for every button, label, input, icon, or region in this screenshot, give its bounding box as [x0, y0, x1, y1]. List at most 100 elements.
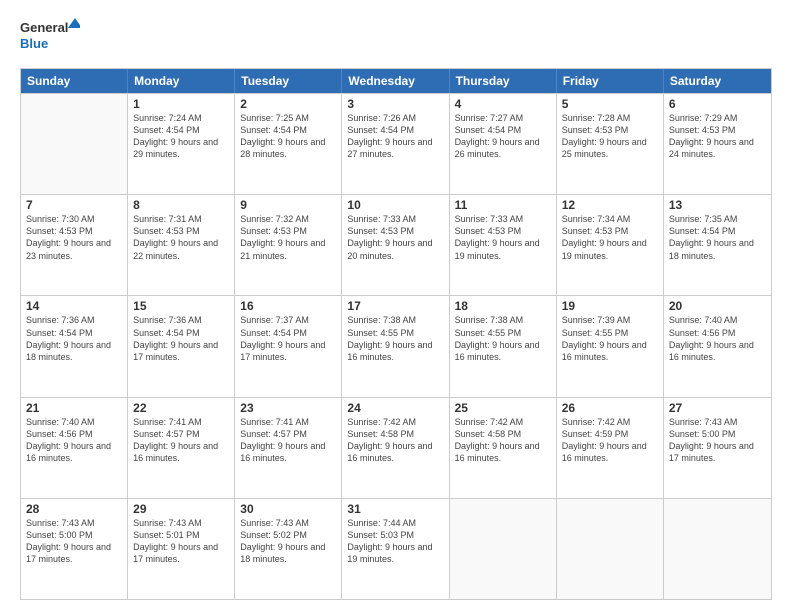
day-info: Sunrise: 7:40 AMSunset: 4:56 PMDaylight:… — [669, 314, 766, 363]
day-info: Sunrise: 7:36 AMSunset: 4:54 PMDaylight:… — [133, 314, 229, 363]
day-number: 20 — [669, 299, 766, 313]
day-number: 22 — [133, 401, 229, 415]
day-number: 16 — [240, 299, 336, 313]
cal-cell-6: 6 Sunrise: 7:29 AMSunset: 4:53 PMDayligh… — [664, 94, 771, 194]
cal-cell-22: 22 Sunrise: 7:41 AMSunset: 4:57 PMDaylig… — [128, 398, 235, 498]
calendar-row-2: 7 Sunrise: 7:30 AMSunset: 4:53 PMDayligh… — [21, 194, 771, 295]
cal-cell-15: 15 Sunrise: 7:36 AMSunset: 4:54 PMDaylig… — [128, 296, 235, 396]
cal-cell-9: 9 Sunrise: 7:32 AMSunset: 4:53 PMDayligh… — [235, 195, 342, 295]
day-info: Sunrise: 7:42 AMSunset: 4:59 PMDaylight:… — [562, 416, 658, 465]
day-number: 25 — [455, 401, 551, 415]
day-info: Sunrise: 7:25 AMSunset: 4:54 PMDaylight:… — [240, 112, 336, 161]
day-info: Sunrise: 7:26 AMSunset: 4:54 PMDaylight:… — [347, 112, 443, 161]
cal-cell-12: 12 Sunrise: 7:34 AMSunset: 4:53 PMDaylig… — [557, 195, 664, 295]
header-day-friday: Friday — [557, 69, 664, 93]
cal-cell-empty-4-4 — [450, 499, 557, 599]
day-number: 10 — [347, 198, 443, 212]
cal-cell-4: 4 Sunrise: 7:27 AMSunset: 4:54 PMDayligh… — [450, 94, 557, 194]
day-number: 7 — [26, 198, 122, 212]
cal-cell-21: 21 Sunrise: 7:40 AMSunset: 4:56 PMDaylig… — [21, 398, 128, 498]
cal-cell-14: 14 Sunrise: 7:36 AMSunset: 4:54 PMDaylig… — [21, 296, 128, 396]
day-info: Sunrise: 7:30 AMSunset: 4:53 PMDaylight:… — [26, 213, 122, 262]
day-info: Sunrise: 7:43 AMSunset: 5:00 PMDaylight:… — [669, 416, 766, 465]
day-number: 26 — [562, 401, 658, 415]
day-number: 29 — [133, 502, 229, 516]
day-info: Sunrise: 7:39 AMSunset: 4:55 PMDaylight:… — [562, 314, 658, 363]
day-info: Sunrise: 7:24 AMSunset: 4:54 PMDaylight:… — [133, 112, 229, 161]
day-info: Sunrise: 7:38 AMSunset: 4:55 PMDaylight:… — [455, 314, 551, 363]
day-number: 1 — [133, 97, 229, 111]
day-info: Sunrise: 7:34 AMSunset: 4:53 PMDaylight:… — [562, 213, 658, 262]
cal-cell-16: 16 Sunrise: 7:37 AMSunset: 4:54 PMDaylig… — [235, 296, 342, 396]
cal-cell-5: 5 Sunrise: 7:28 AMSunset: 4:53 PMDayligh… — [557, 94, 664, 194]
page: General Blue SundayMondayTuesdayWednesda… — [0, 0, 792, 612]
day-info: Sunrise: 7:41 AMSunset: 4:57 PMDaylight:… — [133, 416, 229, 465]
day-number: 31 — [347, 502, 443, 516]
header-day-monday: Monday — [128, 69, 235, 93]
cal-cell-19: 19 Sunrise: 7:39 AMSunset: 4:55 PMDaylig… — [557, 296, 664, 396]
header-day-saturday: Saturday — [664, 69, 771, 93]
calendar-header: SundayMondayTuesdayWednesdayThursdayFrid… — [21, 69, 771, 93]
calendar: SundayMondayTuesdayWednesdayThursdayFrid… — [20, 68, 772, 600]
day-info: Sunrise: 7:36 AMSunset: 4:54 PMDaylight:… — [26, 314, 122, 363]
day-number: 28 — [26, 502, 122, 516]
cal-cell-24: 24 Sunrise: 7:42 AMSunset: 4:58 PMDaylig… — [342, 398, 449, 498]
calendar-row-3: 14 Sunrise: 7:36 AMSunset: 4:54 PMDaylig… — [21, 295, 771, 396]
calendar-body: 1 Sunrise: 7:24 AMSunset: 4:54 PMDayligh… — [21, 93, 771, 599]
day-number: 2 — [240, 97, 336, 111]
day-number: 5 — [562, 97, 658, 111]
cal-cell-29: 29 Sunrise: 7:43 AMSunset: 5:01 PMDaylig… — [128, 499, 235, 599]
day-number: 11 — [455, 198, 551, 212]
cal-cell-3: 3 Sunrise: 7:26 AMSunset: 4:54 PMDayligh… — [342, 94, 449, 194]
day-number: 9 — [240, 198, 336, 212]
day-number: 18 — [455, 299, 551, 313]
day-number: 13 — [669, 198, 766, 212]
cal-cell-empty-4-6 — [664, 499, 771, 599]
svg-text:Blue: Blue — [20, 36, 48, 51]
header-day-sunday: Sunday — [21, 69, 128, 93]
calendar-row-1: 1 Sunrise: 7:24 AMSunset: 4:54 PMDayligh… — [21, 93, 771, 194]
header-day-tuesday: Tuesday — [235, 69, 342, 93]
day-number: 12 — [562, 198, 658, 212]
day-info: Sunrise: 7:33 AMSunset: 4:53 PMDaylight:… — [455, 213, 551, 262]
day-number: 21 — [26, 401, 122, 415]
cal-cell-31: 31 Sunrise: 7:44 AMSunset: 5:03 PMDaylig… — [342, 499, 449, 599]
cal-cell-7: 7 Sunrise: 7:30 AMSunset: 4:53 PMDayligh… — [21, 195, 128, 295]
day-info: Sunrise: 7:33 AMSunset: 4:53 PMDaylight:… — [347, 213, 443, 262]
cal-cell-1: 1 Sunrise: 7:24 AMSunset: 4:54 PMDayligh… — [128, 94, 235, 194]
cal-cell-11: 11 Sunrise: 7:33 AMSunset: 4:53 PMDaylig… — [450, 195, 557, 295]
day-info: Sunrise: 7:38 AMSunset: 4:55 PMDaylight:… — [347, 314, 443, 363]
day-number: 27 — [669, 401, 766, 415]
day-number: 19 — [562, 299, 658, 313]
day-info: Sunrise: 7:41 AMSunset: 4:57 PMDaylight:… — [240, 416, 336, 465]
cal-cell-25: 25 Sunrise: 7:42 AMSunset: 4:58 PMDaylig… — [450, 398, 557, 498]
day-number: 24 — [347, 401, 443, 415]
day-number: 14 — [26, 299, 122, 313]
cal-cell-30: 30 Sunrise: 7:43 AMSunset: 5:02 PMDaylig… — [235, 499, 342, 599]
day-info: Sunrise: 7:37 AMSunset: 4:54 PMDaylight:… — [240, 314, 336, 363]
day-info: Sunrise: 7:29 AMSunset: 4:53 PMDaylight:… — [669, 112, 766, 161]
svg-text:General: General — [20, 20, 68, 35]
day-number: 3 — [347, 97, 443, 111]
day-info: Sunrise: 7:32 AMSunset: 4:53 PMDaylight:… — [240, 213, 336, 262]
day-info: Sunrise: 7:27 AMSunset: 4:54 PMDaylight:… — [455, 112, 551, 161]
day-number: 6 — [669, 97, 766, 111]
day-number: 23 — [240, 401, 336, 415]
day-info: Sunrise: 7:28 AMSunset: 4:53 PMDaylight:… — [562, 112, 658, 161]
day-number: 15 — [133, 299, 229, 313]
cal-cell-26: 26 Sunrise: 7:42 AMSunset: 4:59 PMDaylig… — [557, 398, 664, 498]
day-info: Sunrise: 7:44 AMSunset: 5:03 PMDaylight:… — [347, 517, 443, 566]
cal-cell-17: 17 Sunrise: 7:38 AMSunset: 4:55 PMDaylig… — [342, 296, 449, 396]
cal-cell-10: 10 Sunrise: 7:33 AMSunset: 4:53 PMDaylig… — [342, 195, 449, 295]
day-number: 30 — [240, 502, 336, 516]
cal-cell-27: 27 Sunrise: 7:43 AMSunset: 5:00 PMDaylig… — [664, 398, 771, 498]
cal-cell-23: 23 Sunrise: 7:41 AMSunset: 4:57 PMDaylig… — [235, 398, 342, 498]
day-number: 17 — [347, 299, 443, 313]
cal-cell-18: 18 Sunrise: 7:38 AMSunset: 4:55 PMDaylig… — [450, 296, 557, 396]
day-info: Sunrise: 7:35 AMSunset: 4:54 PMDaylight:… — [669, 213, 766, 262]
calendar-row-4: 21 Sunrise: 7:40 AMSunset: 4:56 PMDaylig… — [21, 397, 771, 498]
cal-cell-8: 8 Sunrise: 7:31 AMSunset: 4:53 PMDayligh… — [128, 195, 235, 295]
header-day-thursday: Thursday — [450, 69, 557, 93]
logo-svg: General Blue — [20, 16, 80, 58]
day-info: Sunrise: 7:31 AMSunset: 4:53 PMDaylight:… — [133, 213, 229, 262]
